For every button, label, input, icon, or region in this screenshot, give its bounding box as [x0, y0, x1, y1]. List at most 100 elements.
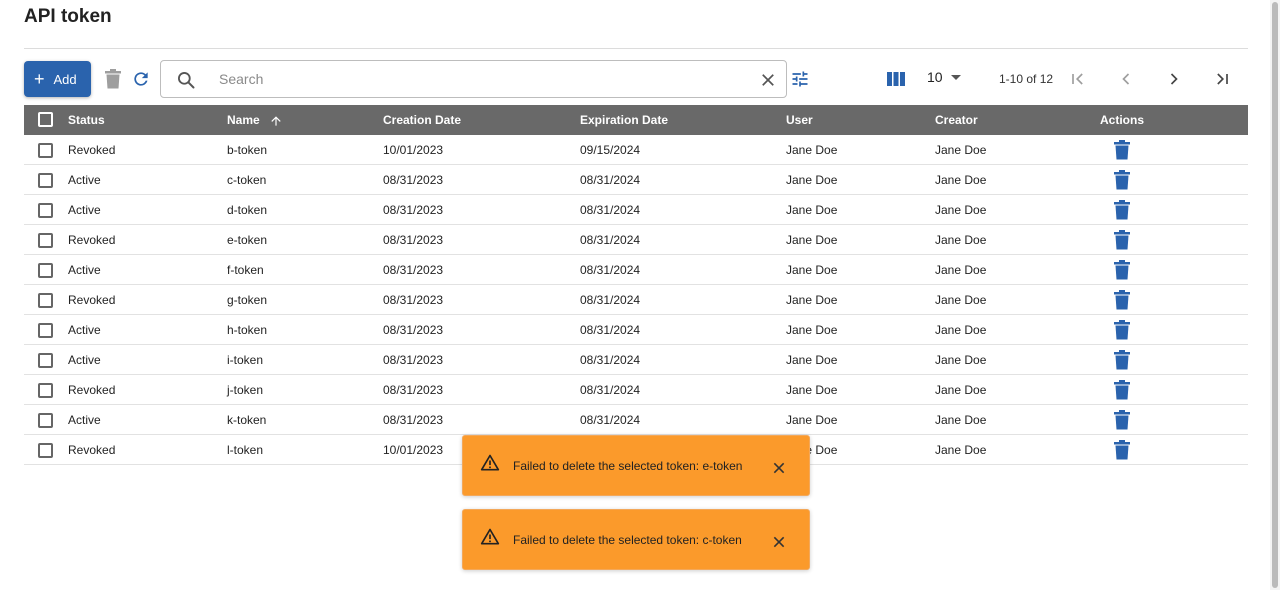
add-button[interactable]: + Add — [24, 61, 91, 97]
close-icon[interactable] — [771, 460, 787, 476]
search-input[interactable] — [219, 67, 739, 91]
header-creator[interactable]: Creator — [935, 105, 978, 135]
table-row[interactable]: Revoked j-token 08/31/2023 08/31/2024 Jane D… — [24, 375, 1248, 405]
cell-name: d-token — [227, 203, 268, 217]
cell-name: l-token — [227, 443, 264, 457]
filter-button[interactable] — [790, 69, 810, 89]
row-checkbox[interactable] — [38, 233, 53, 248]
cell-creation-date: 08/31/2023 — [383, 383, 444, 397]
cell-expiration-date: 09/15/2024 — [580, 143, 641, 157]
header-user[interactable]: User — [786, 105, 813, 135]
header-creation-date[interactable]: Creation Date — [383, 105, 461, 135]
header-status[interactable]: Status — [68, 105, 105, 135]
cell-expiration-date: 08/31/2024 — [580, 323, 641, 337]
cell-creation-date: 08/31/2023 — [383, 293, 444, 307]
row-checkbox[interactable] — [38, 263, 53, 278]
first-page-button[interactable] — [1068, 69, 1088, 89]
trash-icon — [1113, 320, 1131, 343]
row-checkbox[interactable] — [38, 173, 53, 188]
table-row[interactable]: Active c-token 08/31/2023 08/31/2024 Jane Do… — [24, 165, 1248, 195]
delete-row-button[interactable] — [1113, 350, 1131, 370]
cell-name: b-token — [227, 143, 268, 157]
cell-name: j-token — [227, 383, 264, 397]
columns-button[interactable] — [886, 69, 906, 89]
cell-status: Active — [68, 263, 101, 277]
cell-creation-date: 08/31/2023 — [383, 323, 444, 337]
cell-status: Active — [68, 173, 101, 187]
table-row[interactable]: Active f-token 08/31/2023 08/31/2024 Jane Do… — [24, 255, 1248, 285]
row-checkbox[interactable] — [38, 293, 53, 308]
page-scrollbar[interactable] — [1270, 0, 1280, 590]
delete-row-button[interactable] — [1113, 260, 1131, 280]
search-icon — [178, 72, 195, 89]
delete-row-button[interactable] — [1113, 410, 1131, 430]
table-row[interactable]: Active k-token 08/31/2023 08/31/2024 Jane Do… — [24, 405, 1248, 435]
cell-creator: Jane Doe — [935, 443, 987, 457]
table-row[interactable]: Active h-token 08/31/2023 08/31/2024 Jane Do… — [24, 315, 1248, 345]
cell-creation-date: 08/31/2023 — [383, 353, 444, 367]
trash-icon — [105, 69, 121, 89]
cell-expiration-date: 08/31/2024 — [580, 293, 641, 307]
toolbar: + Add Search 10 1-10 of 12 — [24, 60, 1248, 98]
page-size-select[interactable]: 10 — [927, 69, 961, 85]
header-name-label: Name — [227, 113, 260, 127]
cell-user: Jane Doe — [786, 173, 838, 187]
cell-expiration-date: 08/31/2024 — [580, 263, 641, 277]
page-title: API token — [24, 6, 112, 27]
delete-row-button[interactable] — [1113, 170, 1131, 190]
cell-name: h-token — [227, 323, 268, 337]
table-row[interactable]: Revoked g-token 08/31/2023 08/31/2024 Jane D… — [24, 285, 1248, 315]
table-row[interactable]: Active d-token 08/31/2023 08/31/2024 Jane Do… — [24, 195, 1248, 225]
delete-row-button[interactable] — [1113, 440, 1131, 460]
header-expiration-date[interactable]: Expiration Date — [580, 105, 668, 135]
row-checkbox[interactable] — [38, 143, 53, 158]
header-name[interactable]: Name — [227, 105, 283, 135]
next-page-button[interactable] — [1164, 69, 1184, 89]
row-checkbox[interactable] — [38, 443, 53, 458]
previous-page-button[interactable] — [1116, 69, 1136, 89]
table-row[interactable]: Revoked b-token 10/01/2023 09/15/2024 Jane D… — [24, 135, 1248, 165]
cell-status: Active — [68, 413, 101, 427]
cell-user: Jane Doe — [786, 293, 838, 307]
refresh-button[interactable] — [130, 68, 152, 90]
toast-message: Failed to delete the selected token: e-t… — [513, 459, 743, 473]
cell-status: Revoked — [68, 383, 116, 397]
cell-creation-date: 08/31/2023 — [383, 263, 444, 277]
delete-row-button[interactable] — [1113, 140, 1131, 160]
warning-icon — [480, 454, 500, 471]
row-checkbox[interactable] — [38, 413, 53, 428]
delete-row-button[interactable] — [1113, 320, 1131, 340]
cell-user: Jane Doe — [786, 203, 838, 217]
trash-icon — [1113, 200, 1131, 223]
row-checkbox[interactable] — [38, 353, 53, 368]
delete-row-button[interactable] — [1113, 230, 1131, 250]
page-size-value: 10 — [927, 69, 943, 85]
trash-icon — [1113, 230, 1131, 253]
table-row[interactable]: Active i-token 08/31/2023 08/31/2024 Jane Do… — [24, 345, 1248, 375]
delete-row-button[interactable] — [1113, 290, 1131, 310]
cell-expiration-date: 08/31/2024 — [580, 353, 641, 367]
delete-row-button[interactable] — [1113, 380, 1131, 400]
trash-icon — [1113, 140, 1131, 163]
trash-icon — [1113, 380, 1131, 403]
row-checkbox[interactable] — [38, 383, 53, 398]
delete-selected-button[interactable] — [102, 68, 124, 90]
cell-name: e-token — [227, 233, 268, 247]
warning-icon — [480, 528, 500, 545]
toast-message: Failed to delete the selected token: c-t… — [513, 533, 742, 547]
select-all-checkbox[interactable] — [38, 112, 53, 127]
last-page-button[interactable] — [1212, 69, 1232, 89]
cell-expiration-date: 08/31/2024 — [580, 383, 641, 397]
table-row[interactable]: Revoked e-token 08/31/2023 08/31/2024 Jane D… — [24, 225, 1248, 255]
table-header: Status Name Creation Date Expiration Dat… — [24, 105, 1248, 135]
title-divider — [24, 48, 1248, 49]
trash-icon — [1113, 290, 1131, 313]
row-checkbox[interactable] — [38, 323, 53, 338]
scrollbar-thumb[interactable] — [1272, 2, 1278, 588]
chevron-left-icon — [1122, 73, 1130, 85]
close-icon[interactable] — [759, 71, 777, 89]
delete-row-button[interactable] — [1113, 200, 1131, 220]
error-toast: Failed to delete the selected token: c-t… — [462, 509, 810, 570]
row-checkbox[interactable] — [38, 203, 53, 218]
close-icon[interactable] — [771, 534, 787, 550]
